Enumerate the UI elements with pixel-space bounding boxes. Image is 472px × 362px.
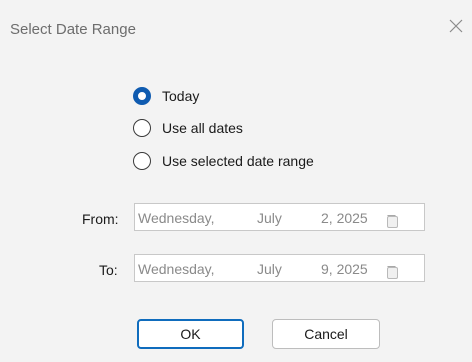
to-calendar-dropdown[interactable] — [387, 261, 417, 279]
title-bar: Select Date Range — [0, 0, 472, 56]
ok-button[interactable]: OK — [137, 319, 244, 349]
radio-label-use-all-dates: Use all dates — [162, 120, 243, 136]
from-calendar-dropdown[interactable] — [387, 210, 417, 228]
cancel-button[interactable]: Cancel — [272, 319, 380, 349]
radio-use-selected-date-range[interactable]: Use selected date range — [133, 150, 314, 172]
to-month: July — [257, 261, 282, 277]
from-date-picker[interactable]: Wednesday, July 2, 2025 — [134, 203, 425, 231]
select-date-range-dialog: Select Date Range Today Use all dates Us… — [0, 0, 472, 362]
radio-label-today: Today — [162, 88, 200, 104]
radio-button-use-all-dates[interactable] — [133, 119, 151, 137]
to-day-year: 9, 2025 — [321, 261, 368, 277]
close-icon — [449, 19, 463, 33]
dialog-title: Select Date Range — [10, 21, 136, 38]
calendar-icon — [387, 216, 398, 228]
radio-button-today[interactable] — [133, 87, 151, 105]
from-weekday: Wednesday, — [138, 210, 215, 226]
to-date-picker[interactable]: Wednesday, July 9, 2025 — [134, 254, 425, 282]
radio-today[interactable]: Today — [133, 85, 199, 107]
from-day-year: 2, 2025 — [321, 210, 368, 226]
radio-use-all-dates[interactable]: Use all dates — [133, 117, 243, 139]
close-button[interactable] — [445, 15, 467, 37]
to-label: To: — [99, 262, 118, 278]
radio-label-use-selected-date-range: Use selected date range — [162, 153, 314, 169]
from-label: From: — [82, 211, 119, 227]
calendar-icon — [387, 267, 398, 279]
from-month: July — [257, 210, 282, 226]
radio-button-use-selected-date-range[interactable] — [133, 152, 151, 170]
to-weekday: Wednesday, — [138, 261, 215, 277]
